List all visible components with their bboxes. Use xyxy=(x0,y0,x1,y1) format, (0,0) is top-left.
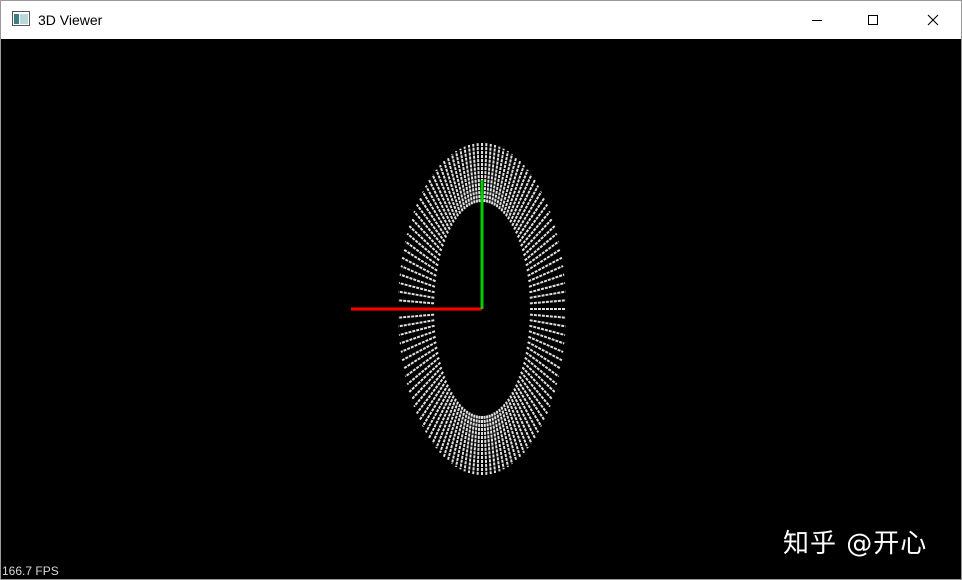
normal-segment xyxy=(476,415,481,475)
close-icon xyxy=(927,14,939,26)
minimize-button[interactable] xyxy=(789,1,845,39)
normal-segment xyxy=(398,319,435,328)
normal-segment xyxy=(529,299,566,305)
close-button[interactable] xyxy=(905,1,961,39)
viewer-app-icon xyxy=(12,11,30,26)
maximize-button[interactable] xyxy=(845,1,901,39)
fps-counter: 166.7 FPS xyxy=(2,564,59,578)
title-bar[interactable]: 3D Viewer xyxy=(1,1,961,39)
normal-segment xyxy=(518,375,549,415)
normal-segment xyxy=(520,210,551,247)
normal-segment xyxy=(476,143,481,203)
normal-segment xyxy=(529,319,566,328)
maximize-icon xyxy=(867,14,879,26)
normal-segment xyxy=(529,313,566,319)
scene-canvas[interactable] xyxy=(1,39,961,579)
normal-segment xyxy=(518,203,549,243)
minimize-icon xyxy=(811,14,823,26)
normal-segment xyxy=(524,232,558,262)
normal-segment xyxy=(415,375,446,415)
viewer-window: 3D Viewer 166.7 FPS 知乎 @开心 xyxy=(0,0,962,580)
window-title: 3D Viewer xyxy=(38,12,103,28)
normal-segment xyxy=(415,203,446,243)
normal-segment xyxy=(483,143,488,203)
normal-segment xyxy=(398,290,435,299)
render-viewport[interactable]: 166.7 FPS 知乎 @开心 xyxy=(1,39,961,579)
normal-segment xyxy=(524,356,558,386)
normal-segment xyxy=(406,232,440,262)
normal-segment xyxy=(398,299,435,305)
watermark-text: 知乎 @开心 xyxy=(783,529,928,559)
normal-segment xyxy=(413,210,444,247)
normal-segment xyxy=(398,313,435,319)
normal-segment xyxy=(483,415,488,475)
normal-segment xyxy=(413,371,444,408)
normal-segment xyxy=(520,371,551,408)
normal-segment xyxy=(406,356,440,386)
normal-segment xyxy=(529,290,566,299)
